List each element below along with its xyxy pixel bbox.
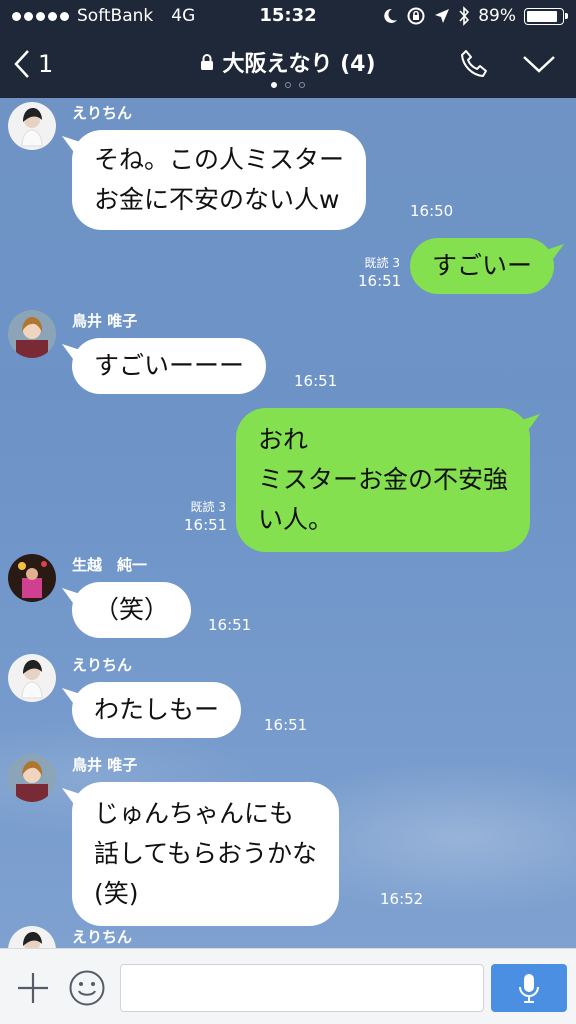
sender-name: えりちん <box>72 656 133 674</box>
sender-name: えりちん <box>72 928 133 946</box>
message-time: 16:52 <box>380 890 424 908</box>
message-time: 16:51 <box>208 616 252 634</box>
read-receipt: 既読 3 <box>364 256 400 270</box>
sender-name: えりちん <box>72 104 133 122</box>
avatar[interactable] <box>8 310 56 358</box>
avatar[interactable] <box>8 754 56 802</box>
battery-percent: 89% <box>478 6 516 26</box>
message-line: （笑） <box>94 595 170 624</box>
rotation-lock-icon <box>407 7 425 25</box>
avatar[interactable] <box>8 554 56 602</box>
voice-button[interactable] <box>491 964 567 1012</box>
message-input[interactable] <box>120 964 484 1012</box>
attach-button[interactable] <box>16 971 50 1009</box>
sender-name: 鳥井 唯子 <box>72 756 138 774</box>
message-line: ミスターお金の不安強 <box>258 465 509 494</box>
message-line: おれ <box>258 425 309 454</box>
avatar[interactable] <box>8 102 56 150</box>
message-bubble[interactable]: わたしもー <box>72 682 242 738</box>
chat-title[interactable]: 大阪えなり (4) <box>200 46 376 78</box>
message-bubble[interactable]: じゅんちゃんにも 話してもらおうかな (笑) <box>72 782 340 926</box>
read-receipt: 既読 3 <box>190 500 226 514</box>
mic-icon <box>519 974 539 1003</box>
avatar[interactable] <box>8 926 56 948</box>
emoji-icon <box>69 970 105 1006</box>
sticker-button[interactable] <box>68 969 106 1011</box>
message-line: わたしもー <box>94 695 220 724</box>
bluetooth-icon <box>459 6 470 26</box>
message-time: 16:51 <box>264 716 308 734</box>
message-line: 話してもらおうかな <box>94 839 318 868</box>
menu-toggle-button[interactable] <box>522 54 556 78</box>
battery-icon <box>524 7 568 25</box>
page-dot <box>271 82 277 88</box>
call-button[interactable] <box>458 48 490 84</box>
message-time: 16:50 <box>410 202 454 220</box>
message-bubble[interactable]: （笑） <box>72 582 192 638</box>
message-line: すごいーーー <box>94 351 245 380</box>
sender-name: 生越 純一 <box>72 556 148 574</box>
plus-icon <box>18 973 48 1003</box>
chat-area[interactable]: えりちん そね。この人ミスター お金に不安のない人w 16:50 既読 3 16… <box>0 98 576 948</box>
message-input-bar <box>0 948 576 1024</box>
sender-name: 鳥井 唯子 <box>72 312 138 330</box>
message-line: い人。 <box>258 505 334 534</box>
lock-icon <box>201 54 214 70</box>
message-line: じゅんちゃんにも <box>94 799 295 828</box>
location-icon <box>435 9 450 23</box>
message-line: (笑) <box>94 879 139 908</box>
message-time: 16:51 <box>184 516 228 534</box>
message-bubble[interactable]: すごいー <box>410 238 555 294</box>
message-line: そね。この人ミスター <box>94 145 345 174</box>
message-bubble[interactable]: そね。この人ミスター お金に不安のない人w <box>72 130 367 230</box>
chat-title-text: 大阪えなり (4) <box>222 52 376 77</box>
message-bubble[interactable]: すごいーーー <box>72 338 267 394</box>
page-dot <box>285 82 291 88</box>
moon-icon <box>384 8 398 23</box>
chat-header: 1 大阪えなり (4) <box>0 32 576 98</box>
status-bar: SoftBank 4G 15:32 89% <box>0 0 576 32</box>
avatar[interactable] <box>8 654 56 702</box>
chevron-down-icon <box>523 56 555 73</box>
message-bubble[interactable]: おれ ミスターお金の不安強 い人。 <box>236 408 531 552</box>
phone-icon <box>461 50 487 77</box>
message-line: お金に不安のない人w <box>94 185 340 214</box>
page-dot <box>299 82 305 88</box>
message-time: 16:51 <box>294 372 338 390</box>
message-line: すごいー <box>432 251 533 280</box>
message-time: 16:51 <box>358 272 402 290</box>
